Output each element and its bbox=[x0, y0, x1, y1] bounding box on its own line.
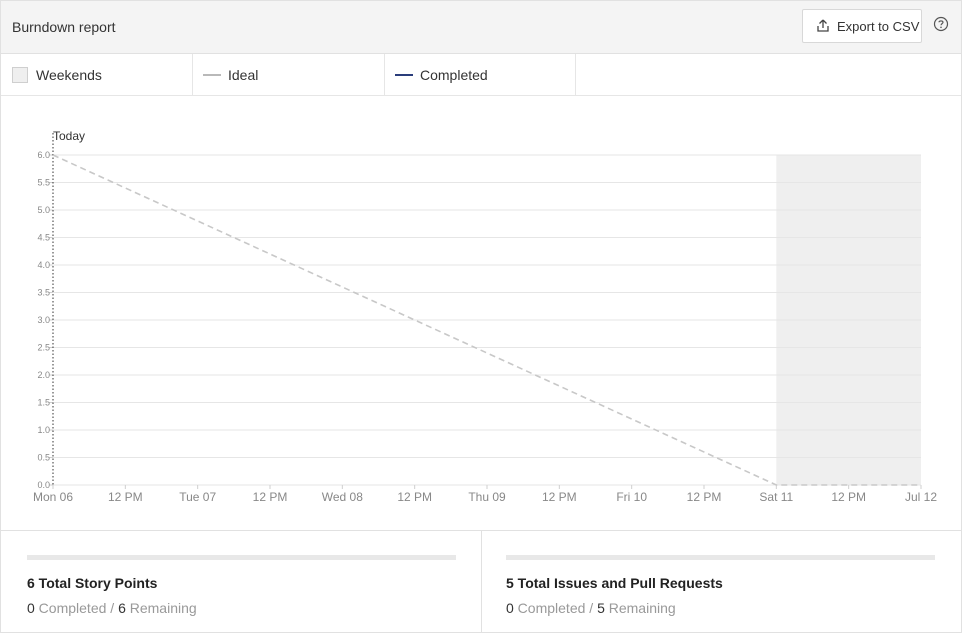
stat-title: 5 Total Issues and Pull Requests bbox=[506, 575, 723, 591]
burndown-report-panel: Burndown report Export to CSV Weekends I… bbox=[0, 0, 962, 633]
stat-story-points: 6 Total Story Points 0 Completed / 6 Rem… bbox=[1, 531, 481, 632]
x-tick-label: Tue 07 bbox=[179, 490, 216, 504]
ideal-swatch bbox=[203, 73, 221, 76]
completed-swatch bbox=[395, 73, 413, 76]
remaining-label: Remaining bbox=[125, 600, 197, 616]
weekends-swatch bbox=[12, 66, 28, 83]
chart-svg: 0.0 0.5 1.0 1.5 2.0 2.5 3.0 3.5 4.0 4.5 5.0 5.5 6.0 M… bbox=[33, 129, 937, 504]
chart-legend: Weekends Ideal Completed bbox=[1, 54, 961, 96]
y-tick-label: 2.5 bbox=[37, 343, 50, 353]
legend-label: Completed bbox=[420, 66, 488, 83]
export-csv-button[interactable]: Export to CSV bbox=[802, 9, 922, 43]
x-tick-label: 12 PM bbox=[253, 490, 288, 504]
completed-label: Completed / bbox=[34, 600, 119, 616]
stats-section: 6 Total Story Points 0 Completed / 6 Rem… bbox=[1, 531, 961, 632]
legend-label: Ideal bbox=[228, 66, 259, 83]
progress-bar bbox=[506, 555, 935, 560]
report-title: Burndown report bbox=[12, 19, 116, 35]
report-header: Burndown report Export to CSV bbox=[1, 1, 961, 54]
completed-label: Completed / bbox=[513, 600, 598, 616]
y-tick-label: 2.0 bbox=[37, 370, 50, 380]
y-tick-label: 6.0 bbox=[37, 150, 50, 160]
x-tick-label: 12 PM bbox=[542, 490, 577, 504]
y-tick-label: 1.0 bbox=[37, 425, 50, 435]
remaining-label: Remaining bbox=[604, 600, 676, 616]
legend-label: Weekends bbox=[36, 66, 102, 83]
stat-summary: 0 Completed / 5 Remaining bbox=[506, 600, 676, 616]
y-tick-label: 5.0 bbox=[37, 205, 50, 215]
x-tick-label: Mon 06 bbox=[33, 490, 73, 504]
x-tick-label: 12 PM bbox=[687, 490, 722, 504]
remaining-count: 5 bbox=[597, 600, 605, 616]
x-tick-label: 12 PM bbox=[397, 490, 432, 504]
x-tick-label: Sat 11 bbox=[759, 490, 793, 504]
legend-item-ideal[interactable]: Ideal bbox=[193, 54, 385, 95]
x-tick-label: Fri 10 bbox=[616, 490, 647, 504]
x-tick-label: Wed 08 bbox=[322, 490, 363, 504]
y-tick-label: 4.0 bbox=[37, 260, 50, 270]
y-tick-label: 5.5 bbox=[37, 178, 50, 188]
stat-issues: 5 Total Issues and Pull Requests 0 Compl… bbox=[480, 531, 960, 632]
y-tick-label: 1.5 bbox=[37, 398, 50, 408]
x-tick-label: Jul 12 bbox=[905, 490, 937, 504]
y-tick-label: 3.5 bbox=[37, 288, 50, 298]
y-tick-label: 4.5 bbox=[37, 233, 50, 243]
x-tick-label: Thu 09 bbox=[468, 490, 506, 504]
y-tick-label: 0.5 bbox=[37, 453, 50, 463]
y-tick-label: 3.0 bbox=[37, 315, 50, 325]
legend-item-completed[interactable]: Completed bbox=[385, 54, 576, 95]
stat-title: 6 Total Story Points bbox=[27, 575, 158, 591]
progress-bar bbox=[27, 555, 456, 560]
help-icon[interactable] bbox=[933, 16, 949, 32]
completed-count: 0 bbox=[506, 600, 514, 616]
x-tick-label: 12 PM bbox=[831, 490, 866, 504]
x-tick-label: 12 PM bbox=[108, 490, 143, 504]
today-label: Today bbox=[53, 129, 85, 143]
completed-count: 0 bbox=[27, 600, 35, 616]
stat-summary: 0 Completed / 6 Remaining bbox=[27, 600, 197, 616]
legend-item-weekends[interactable]: Weekends bbox=[1, 54, 193, 95]
remaining-count: 6 bbox=[118, 600, 126, 616]
burndown-chart: 0.0 0.5 1.0 1.5 2.0 2.5 3.0 3.5 4.0 4.5 5.0 5.5 6.0 M… bbox=[1, 96, 961, 531]
y-tick-label: 0.0 bbox=[37, 480, 50, 490]
export-csv-label: Export to CSV bbox=[837, 18, 920, 34]
upload-icon bbox=[815, 18, 831, 34]
